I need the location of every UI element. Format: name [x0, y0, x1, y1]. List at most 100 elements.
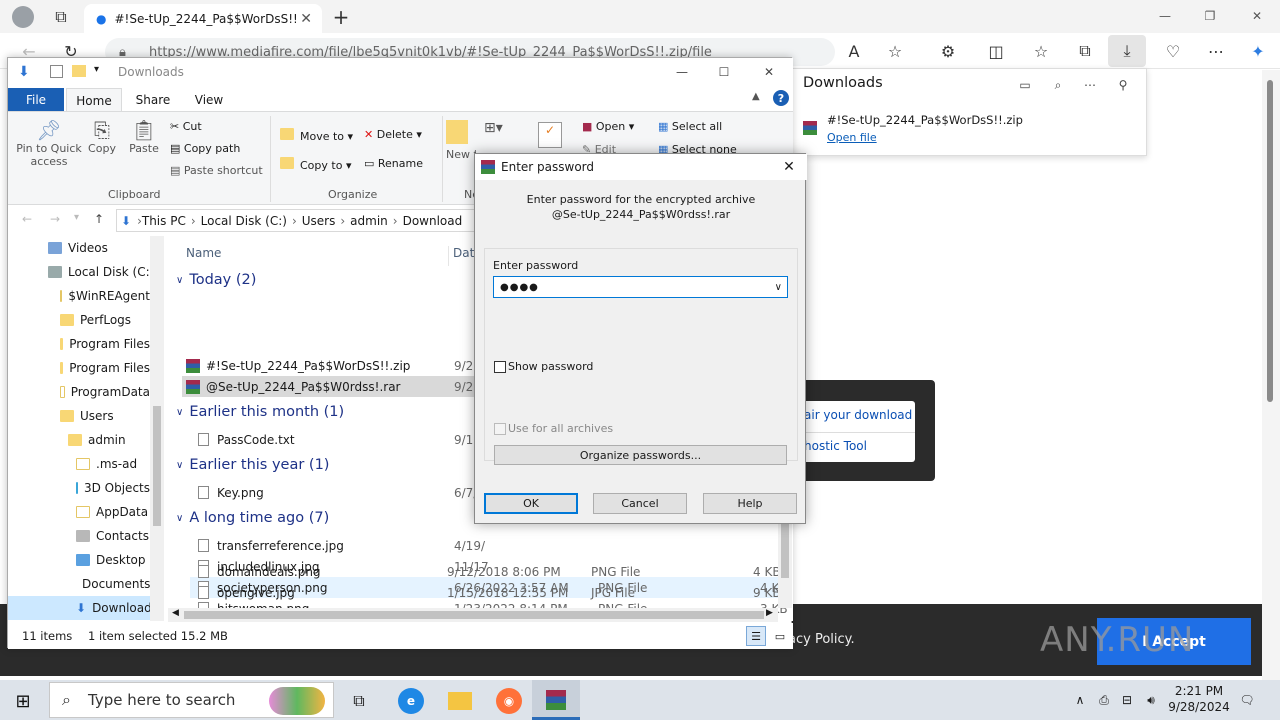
- tab-share[interactable]: Share: [128, 88, 178, 111]
- start-windows-icon[interactable]: ⊞: [12, 690, 34, 712]
- nav-back-icon[interactable]: ←: [22, 212, 32, 226]
- group-header-today[interactable]: ∨ Today (2): [176, 272, 256, 288]
- profile-icon[interactable]: [12, 6, 34, 28]
- privacy-policy-link[interactable]: acy Policy.: [788, 632, 855, 647]
- scroll-left-icon[interactable]: ◀: [172, 608, 179, 618]
- collections-icon[interactable]: ⧉: [1074, 40, 1096, 62]
- taskbar-search-box[interactable]: ⌕ Type here to search: [49, 682, 334, 718]
- clock[interactable]: 2:21 PM 9/28/2024: [1168, 683, 1230, 715]
- dialog-close-icon[interactable]: ✕: [779, 157, 799, 177]
- task-view-icon[interactable]: ⧉: [347, 689, 371, 713]
- new-item-icon[interactable]: ⊞▾: [484, 120, 503, 136]
- open-folder-icon[interactable]: ▭: [1015, 75, 1035, 95]
- split-screen-icon[interactable]: ◫: [985, 40, 1007, 62]
- breadcrumb-downloads[interactable]: Download: [403, 214, 463, 228]
- page-scrollbar[interactable]: [1262, 70, 1280, 680]
- performance-icon[interactable]: ♡: [1162, 40, 1184, 62]
- tree-item-program-files-x86[interactable]: Program Files: [60, 356, 150, 380]
- list-item[interactable]: PassCode.txt: [198, 429, 295, 450]
- password-input[interactable]: ●●●● ∨: [493, 276, 788, 298]
- rename-button[interactable]: ▭ Rename: [364, 157, 423, 170]
- downloads-more-icon[interactable]: ⋯: [1080, 75, 1100, 95]
- favorites-icon[interactable]: ☆: [1030, 40, 1052, 62]
- tab-actions-icon[interactable]: ⧉: [50, 6, 72, 28]
- nav-up-icon[interactable]: ↑: [94, 212, 104, 226]
- delete-button[interactable]: ✕ Delete ▾: [364, 128, 422, 141]
- tab-home[interactable]: Home: [66, 88, 122, 112]
- minimize-icon[interactable]: —: [1155, 6, 1175, 26]
- breadcrumb-admin[interactable]: admin: [350, 214, 388, 228]
- tree-item-desktop[interactable]: Desktop: [76, 548, 150, 572]
- breadcrumb-users[interactable]: Users: [302, 214, 336, 228]
- open-button[interactable]: ■ Open ▾: [582, 120, 634, 133]
- details-view-icon[interactable]: ☰: [746, 626, 766, 646]
- help-icon[interactable]: ?: [773, 90, 789, 106]
- tree-item-3d-objects[interactable]: 3D Objects: [76, 476, 150, 500]
- column-header-name[interactable]: Name: [186, 246, 221, 260]
- scrollbar-thumb[interactable]: [1267, 80, 1273, 402]
- tree-item-contacts[interactable]: Contacts: [76, 524, 150, 548]
- tree-item-winreagent[interactable]: $WinREAgent: [60, 284, 150, 308]
- breadcrumb[interactable]: ⬇ › This PC › Local Disk (C:) › Users › adm…: [116, 209, 486, 232]
- read-aloud-icon[interactable]: A: [843, 40, 865, 62]
- breadcrumb-local-disk[interactable]: Local Disk (C:): [201, 214, 287, 228]
- favorite-star-icon[interactable]: ☆: [884, 40, 906, 62]
- tree-item-documents[interactable]: Documents: [76, 572, 150, 596]
- breadcrumb-this-pc[interactable]: This PC: [142, 214, 186, 228]
- diagnostic-tool-link[interactable]: hostic Tool: [804, 439, 867, 453]
- cancel-button[interactable]: Cancel: [593, 493, 687, 514]
- tree-item-programdata[interactable]: ProgramData: [60, 380, 150, 404]
- use-for-all-archives-checkbox[interactable]: Use for all archives: [494, 422, 613, 435]
- horizontal-scrollbar-thumb[interactable]: [184, 611, 764, 619]
- copy-to-button[interactable]: Copy to ▾: [280, 157, 351, 172]
- tree-item-users[interactable]: Users: [60, 404, 150, 428]
- new-folder-small-icon[interactable]: [72, 65, 86, 77]
- horizontal-scrollbar[interactable]: ◀ ▶: [168, 608, 778, 622]
- tab-close-icon[interactable]: ✕: [300, 11, 312, 27]
- network-icon[interactable]: ⊟: [1117, 690, 1137, 710]
- repair-download-link[interactable]: air your download: [804, 408, 912, 422]
- tree-item-local-disk[interactable]: Local Disk (C:): [48, 260, 154, 284]
- pin-quick-access-button[interactable]: 📌︎ Pin to Quick access: [14, 118, 84, 168]
- tree-scrollbar[interactable]: [150, 236, 164, 621]
- tree-scrollbar-thumb[interactable]: [153, 406, 161, 526]
- tree-item-admin[interactable]: admin: [68, 428, 150, 452]
- copy-button[interactable]: ⎘ Copy: [86, 118, 118, 155]
- copilot-icon[interactable]: ✦: [1246, 40, 1270, 62]
- paste-button[interactable]: 📋︎ Paste: [126, 118, 162, 155]
- checkbox-box[interactable]: [494, 422, 506, 435]
- list-item[interactable]: transferreference.jpg: [198, 535, 344, 556]
- open-file-link[interactable]: Open file: [827, 131, 877, 144]
- list-item[interactable]: opengive.jpg: [198, 582, 295, 603]
- winrar-app-active[interactable]: [532, 680, 580, 720]
- browser-tab-active[interactable]: ● #!Se-tUp_2244_Pa$$WorDsS!! ✕: [84, 4, 322, 33]
- nav-forward-icon[interactable]: →: [50, 212, 60, 226]
- list-item[interactable]: Key.png: [198, 482, 264, 503]
- tree-item-videos[interactable]: Videos: [48, 236, 108, 260]
- close-window-icon[interactable]: ✕: [1247, 6, 1267, 26]
- explorer-maximize-icon[interactable]: ☐: [714, 62, 734, 82]
- show-hidden-icons-icon[interactable]: ∧: [1070, 690, 1090, 710]
- list-item-selected[interactable]: @Se-tUp_2244_Pa$$W0rdss!.rar: [182, 376, 482, 397]
- edge-app-icon[interactable]: e: [398, 688, 424, 714]
- help-button[interactable]: Help: [703, 493, 797, 514]
- list-item[interactable]: domaindeals.png: [198, 561, 321, 582]
- checkbox-box[interactable]: [494, 360, 506, 373]
- properties-icon[interactable]: [50, 65, 63, 78]
- cut-button[interactable]: ✂ Cut: [170, 120, 202, 133]
- extensions-icon[interactable]: ⚙: [937, 40, 959, 62]
- volume-icon[interactable]: 🔊︎: [1141, 690, 1161, 710]
- group-header-earlier-this-year[interactable]: ∨ Earlier this year (1): [176, 457, 329, 473]
- customize-toolbar-icon[interactable]: ▾: [94, 64, 99, 75]
- restore-icon[interactable]: ❐: [1200, 6, 1220, 26]
- explorer-close-icon[interactable]: ✕: [759, 62, 779, 82]
- password-history-chevron-icon[interactable]: ∨: [775, 282, 783, 293]
- downloads-icon[interactable]: ⤓: [1108, 35, 1146, 67]
- new-tab-icon[interactable]: +: [330, 5, 352, 29]
- collapse-ribbon-icon[interactable]: ▲: [752, 91, 760, 102]
- tree-item-program-files[interactable]: Program Files: [60, 332, 150, 356]
- list-item[interactable]: #!Se-tUp_2244_Pa$$WorDsS!!.zip: [186, 355, 410, 376]
- recent-locations-icon[interactable]: ▾: [74, 212, 79, 223]
- quick-access-down-icon[interactable]: ⬇: [18, 64, 30, 80]
- ok-button[interactable]: OK: [484, 493, 578, 514]
